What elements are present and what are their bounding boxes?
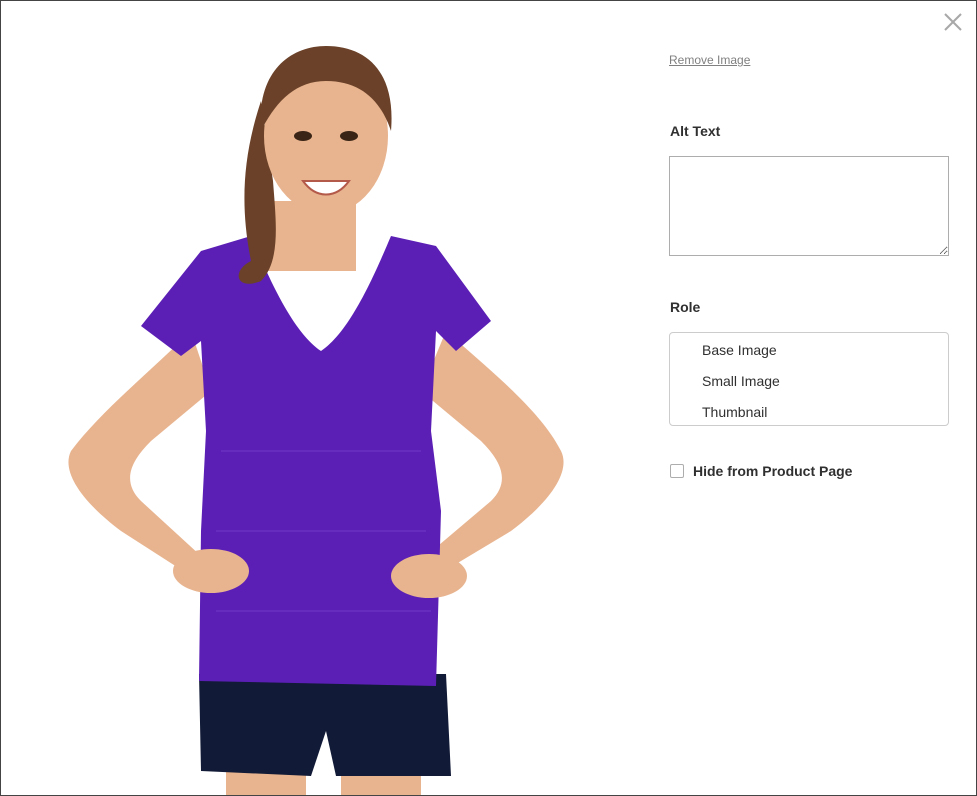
remove-image-link[interactable]: Remove Image bbox=[669, 53, 750, 67]
alt-text-label: Alt Text bbox=[670, 123, 721, 139]
hide-from-product-page-row[interactable]: Hide from Product Page bbox=[670, 463, 852, 479]
role-option-small-image[interactable]: Small Image bbox=[670, 370, 948, 401]
role-option-thumbnail[interactable]: Thumbnail bbox=[670, 401, 948, 432]
role-label: Role bbox=[670, 299, 701, 315]
image-detail-modal: Remove Image Alt Text Role Base Image Sm… bbox=[0, 0, 977, 796]
role-option-base-image[interactable]: Base Image bbox=[670, 339, 948, 370]
hide-from-product-page-checkbox[interactable] bbox=[670, 464, 684, 478]
close-button[interactable] bbox=[942, 11, 964, 33]
product-image bbox=[41, 31, 601, 795]
hide-from-product-page-label: Hide from Product Page bbox=[693, 463, 853, 479]
close-icon bbox=[944, 13, 962, 31]
alt-text-textarea[interactable] bbox=[669, 156, 949, 256]
role-options-list: Base Image Small Image Thumbnail bbox=[669, 332, 949, 426]
